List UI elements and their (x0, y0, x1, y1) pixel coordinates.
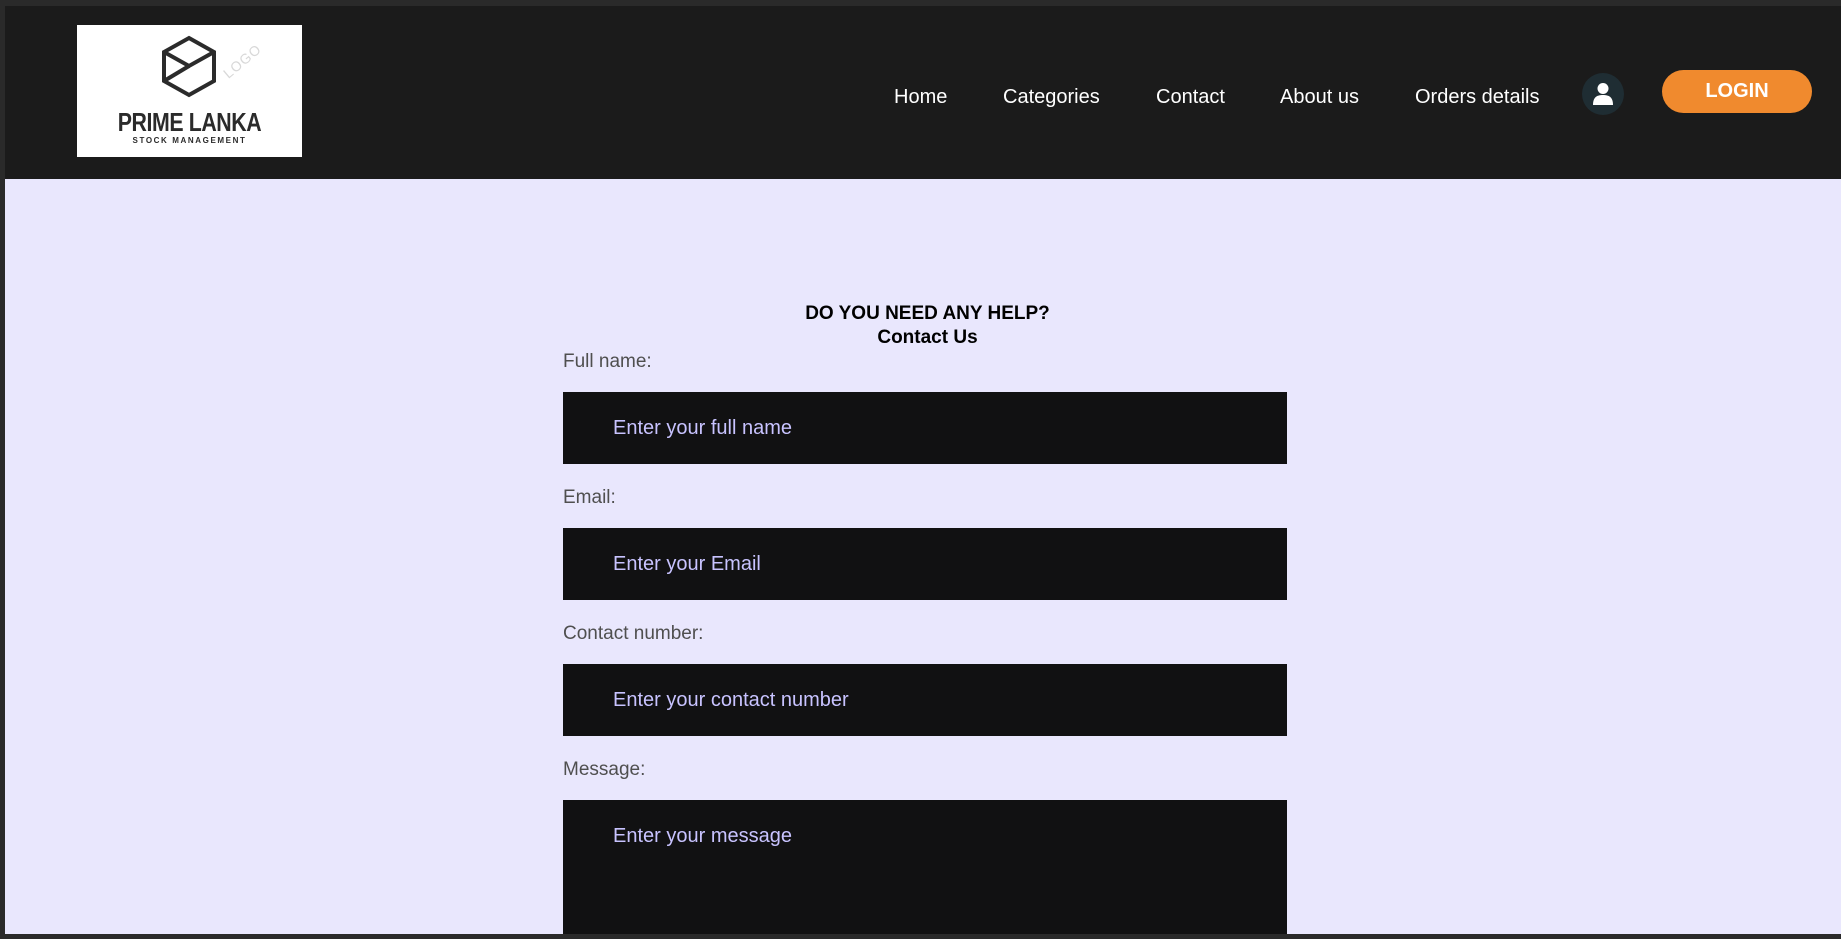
contact-heading: DO YOU NEED ANY HELP? Contact Us (563, 302, 1292, 350)
nav-about-us[interactable]: About us (1280, 80, 1359, 114)
email-label: Email: (563, 487, 616, 508)
nav-contact[interactable]: Contact (1156, 80, 1225, 114)
cube-logo-icon (162, 35, 216, 98)
user-profile-button[interactable] (1582, 73, 1624, 115)
contact-us-heading: Contact Us (877, 327, 978, 348)
logo-watermark: LOGO (220, 40, 265, 82)
site-header: LOGO PRIME LANKA STOCK MANAGEMENT Home C… (5, 6, 1841, 179)
message-textarea[interactable] (563, 800, 1287, 934)
nav-home[interactable]: Home (894, 80, 947, 114)
message-label: Message: (563, 759, 646, 780)
full-name-input[interactable] (563, 392, 1287, 464)
app-window: LOGO PRIME LANKA STOCK MANAGEMENT Home C… (5, 6, 1841, 934)
contact-number-input[interactable] (563, 664, 1287, 736)
brand-logo[interactable]: LOGO PRIME LANKA STOCK MANAGEMENT (77, 25, 302, 157)
full-name-label: Full name: (563, 351, 652, 372)
login-button[interactable]: LOGIN (1662, 70, 1812, 113)
nav-orders-details[interactable]: Orders details (1415, 80, 1540, 114)
help-heading: DO YOU NEED ANY HELP? (805, 303, 1050, 324)
user-icon (1593, 83, 1613, 105)
contact-number-label: Contact number: (563, 623, 704, 644)
nav-categories[interactable]: Categories (1003, 80, 1100, 114)
email-input[interactable] (563, 528, 1287, 600)
brand-tagline: STOCK MANAGEMENT (132, 136, 247, 145)
brand-name: PRIME LANKA (117, 107, 262, 137)
